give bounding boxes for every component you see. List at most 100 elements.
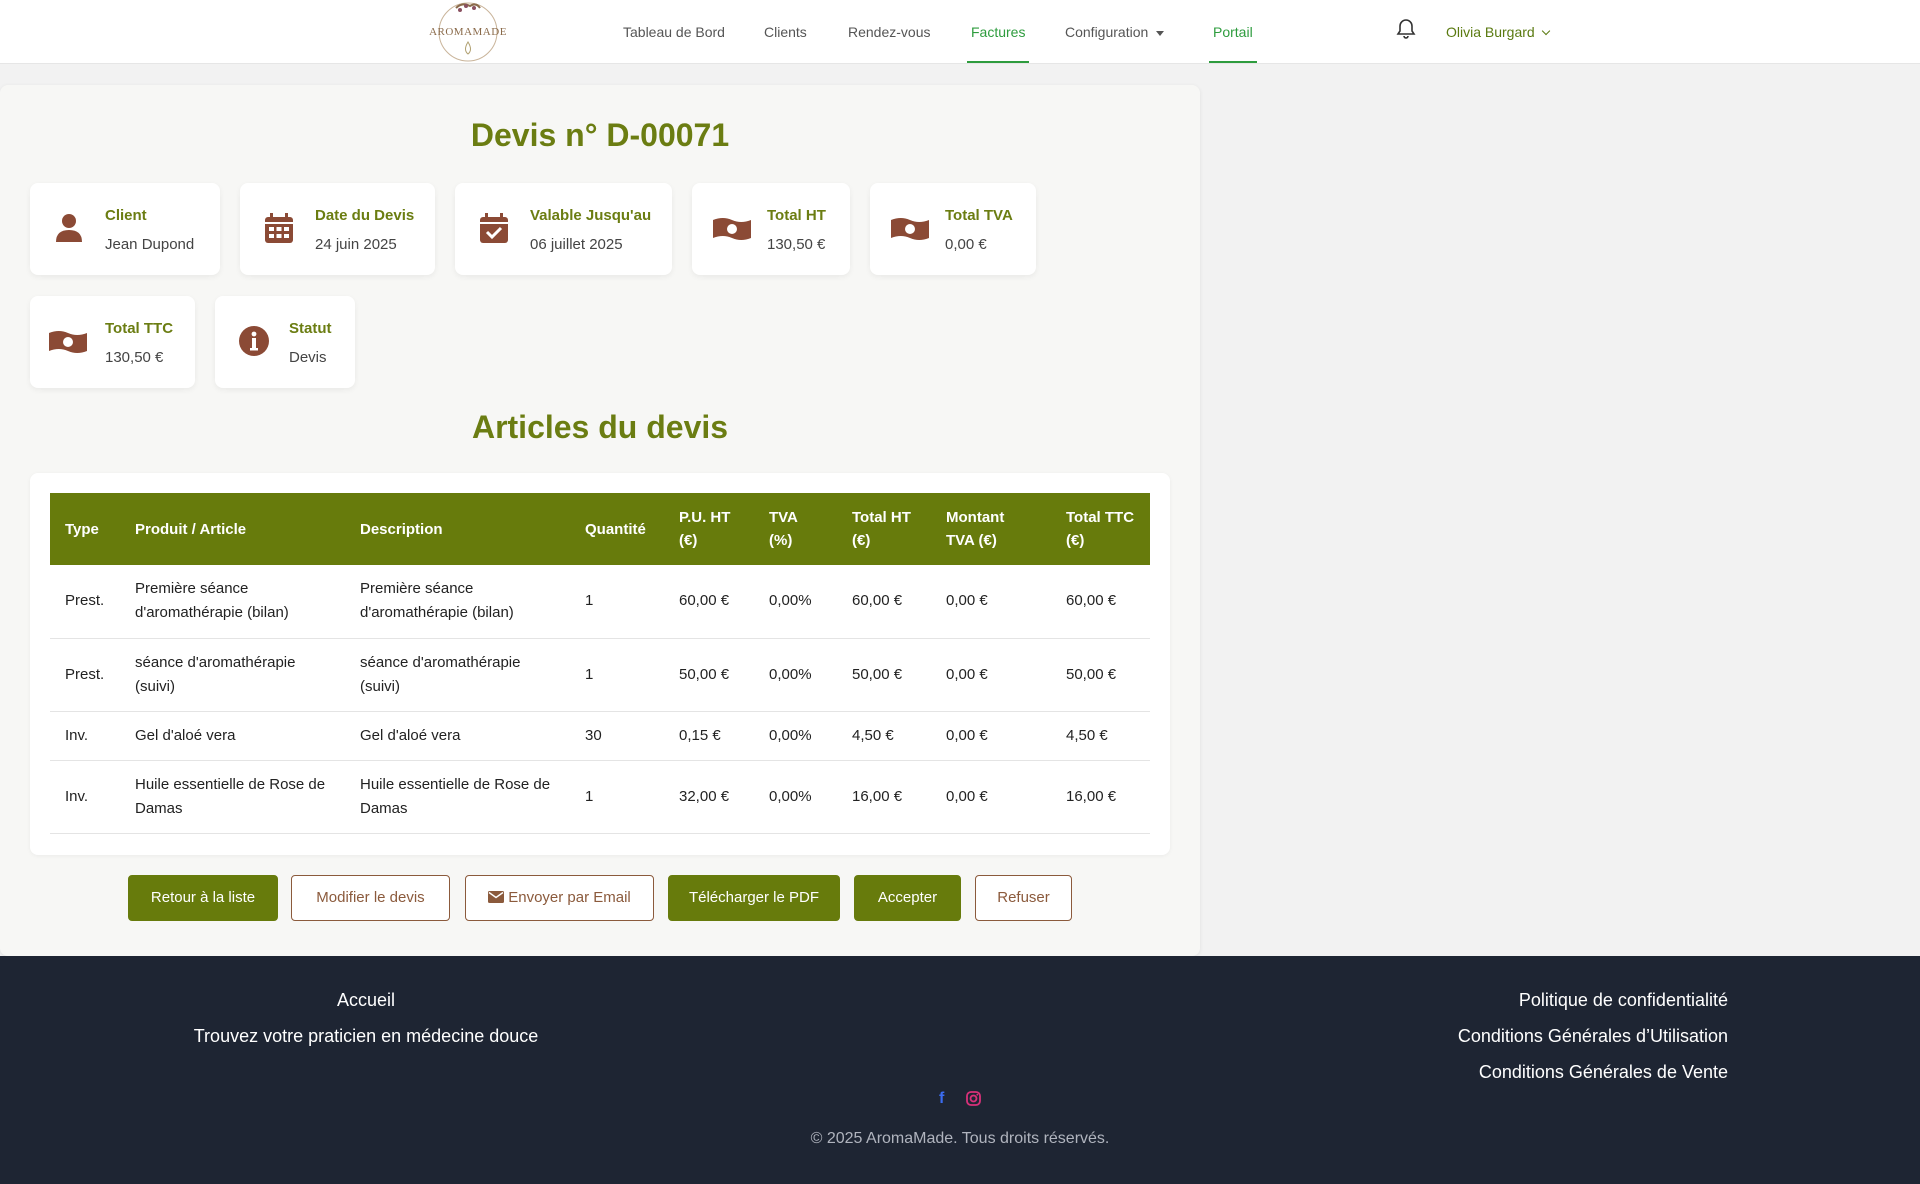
info-circle-icon [239, 326, 269, 356]
info-card-valid-until: Valable Jusqu'au 06 juillet 2025 [455, 183, 672, 275]
items-section-title: Articles du devis [471, 409, 729, 445]
card-label: Total HT [767, 207, 826, 224]
table-cell: 4,50 € [1051, 711, 1150, 761]
table-cell: séance d'aromathérapie (suivi) [345, 638, 570, 712]
table-cell: Première séance d'aromathérapie (bilan) [120, 565, 345, 639]
nav-portal[interactable]: Portail [1213, 0, 1253, 64]
table-cell: Huile essentielle de Rose de Damas [345, 760, 570, 834]
download-pdf-button[interactable]: Télécharger le PDF [668, 875, 840, 921]
table-cell: Gel d'aloé vera [120, 711, 345, 761]
table-cell: 32,00 € [664, 760, 754, 834]
table-cell: 0,00% [754, 711, 837, 761]
money-bill-icon [49, 331, 87, 353]
column-header: Produit / Article [135, 520, 247, 538]
table-row: Inv. Gel d'aloé vera Gel d'aloé vera 30 … [50, 711, 1150, 761]
user-icon [56, 214, 82, 242]
page-title: Devis n° D-00071 [470, 117, 730, 153]
items-table-container: Type Produit / Article Description Quant… [30, 473, 1170, 855]
envelope-icon [488, 891, 505, 904]
info-card-client: Client Jean Dupond [30, 183, 220, 275]
table-cell: séance d'aromathérapie (suivi) [120, 638, 345, 712]
nav-active-underline [1209, 61, 1257, 63]
table-cell: 50,00 € [837, 638, 931, 712]
send-email-label: Envoyer par Email [508, 889, 631, 906]
card-label: Statut [289, 320, 332, 337]
card-label: Client [105, 207, 147, 224]
refuse-button[interactable]: Refuser [975, 875, 1072, 921]
copyright: © 2025 AromaMade. Tous droits réservés. [810, 1130, 1110, 1147]
column-header: Description [360, 520, 443, 538]
money-bill-icon [891, 218, 929, 240]
info-card-total-ttc: Total TTC 130,50 € [30, 296, 195, 388]
card-label: Total TTC [105, 320, 174, 337]
table-cell: 0,00 € [931, 711, 1051, 761]
column-header: Quantité [585, 520, 646, 538]
money-bill-icon [713, 218, 751, 240]
table-cell: Inv. [50, 711, 120, 761]
user-name: Olivia Burgard [1446, 24, 1535, 40]
table-cell: 0,00 € [931, 760, 1051, 834]
table-cell: 60,00 € [664, 565, 754, 639]
info-card-status: Statut Devis [215, 296, 355, 388]
bell-icon[interactable] [1396, 18, 1416, 40]
column-header: Total HT (€) [852, 509, 911, 549]
footer-link-terms-of-use[interactable]: Conditions Générales d’Utilisation [1458, 1026, 1728, 1047]
items-table: Type Produit / Article Description Quant… [50, 493, 1150, 834]
chevron-down-icon [1541, 26, 1550, 36]
brand-logo[interactable]: AROMAMADE [426, 0, 510, 64]
nav-dashboard[interactable]: Tableau de Bord [623, 0, 725, 64]
column-header: Total TTC (€) [1066, 509, 1135, 549]
table-cell: Prest. [50, 565, 120, 639]
facebook-icon[interactable]: f [939, 1090, 944, 1108]
card-value: Devis [289, 349, 327, 366]
calendar-icon [265, 213, 293, 243]
quote-panel: Devis n° D-00071 Client Jean Dupond Date… [0, 85, 1200, 956]
user-menu[interactable]: Olivia Burgard [1446, 0, 1550, 64]
footer-link-find-practitioner[interactable]: Trouvez votre praticien en médecine douc… [166, 1026, 566, 1047]
accept-button[interactable]: Accepter [854, 875, 961, 921]
nav-invoices[interactable]: Factures [971, 0, 1025, 64]
footer-link-terms-of-sale[interactable]: Conditions Générales de Vente [1479, 1062, 1728, 1083]
table-row: Prest. séance d'aromathérapie (suivi) sé… [50, 638, 1150, 712]
nav-clients[interactable]: Clients [764, 0, 807, 64]
table-header-row: Type Produit / Article Description Quant… [50, 493, 1150, 565]
table-cell: 1 [570, 760, 664, 834]
table-row: Prest. Première séance d'aromathérapie (… [50, 565, 1150, 639]
logo-text: AROMAMADE [429, 26, 507, 38]
table-cell: 60,00 € [1051, 565, 1150, 639]
info-card-total-ht: Total HT 130,50 € [692, 183, 850, 275]
table-cell: Première séance d'aromathérapie (bilan) [345, 565, 570, 639]
card-label: Valable Jusqu'au [530, 207, 652, 224]
column-header: P.U. HT (€) [679, 509, 731, 549]
table-cell: 0,00% [754, 565, 837, 639]
edit-quote-button[interactable]: Modifier le devis [291, 875, 450, 921]
info-card-date: Date du Devis 24 juin 2025 [240, 183, 435, 275]
table-cell: 16,00 € [1051, 760, 1150, 834]
card-label: Date du Devis [315, 207, 415, 224]
column-header: TVA (%) [769, 509, 798, 549]
nav-configuration[interactable]: Configuration [1065, 0, 1165, 64]
table-cell: 50,00 € [664, 638, 754, 712]
card-value: 24 juin 2025 [315, 236, 397, 253]
table-cell: Huile essentielle de Rose de Damas [120, 760, 345, 834]
back-to-list-button[interactable]: Retour à la liste [128, 875, 278, 921]
send-email-button[interactable]: Envoyer par Email [465, 875, 654, 921]
footer-link-home[interactable]: Accueil [166, 990, 566, 1011]
calendar-check-icon [480, 213, 508, 243]
nav-appointments[interactable]: Rendez-vous [848, 0, 931, 64]
card-value: 130,50 € [767, 236, 826, 253]
column-header: Type [65, 520, 99, 538]
card-label: Total TVA [945, 207, 1013, 224]
table-cell: 0,15 € [664, 711, 754, 761]
table-cell: Inv. [50, 760, 120, 834]
table-cell: Gel d'aloé vera [345, 711, 570, 761]
table-row: Inv. Huile essentielle de Rose de Damas … [50, 760, 1150, 834]
footer-link-privacy[interactable]: Politique de confidentialité [1519, 990, 1728, 1011]
card-value: 06 juillet 2025 [530, 236, 623, 253]
table-cell: 4,50 € [837, 711, 931, 761]
table-cell: 60,00 € [837, 565, 931, 639]
caret-down-icon [1156, 30, 1165, 36]
table-cell: 16,00 € [837, 760, 931, 834]
instagram-icon[interactable] [966, 1091, 981, 1106]
table-cell: 1 [570, 565, 664, 639]
